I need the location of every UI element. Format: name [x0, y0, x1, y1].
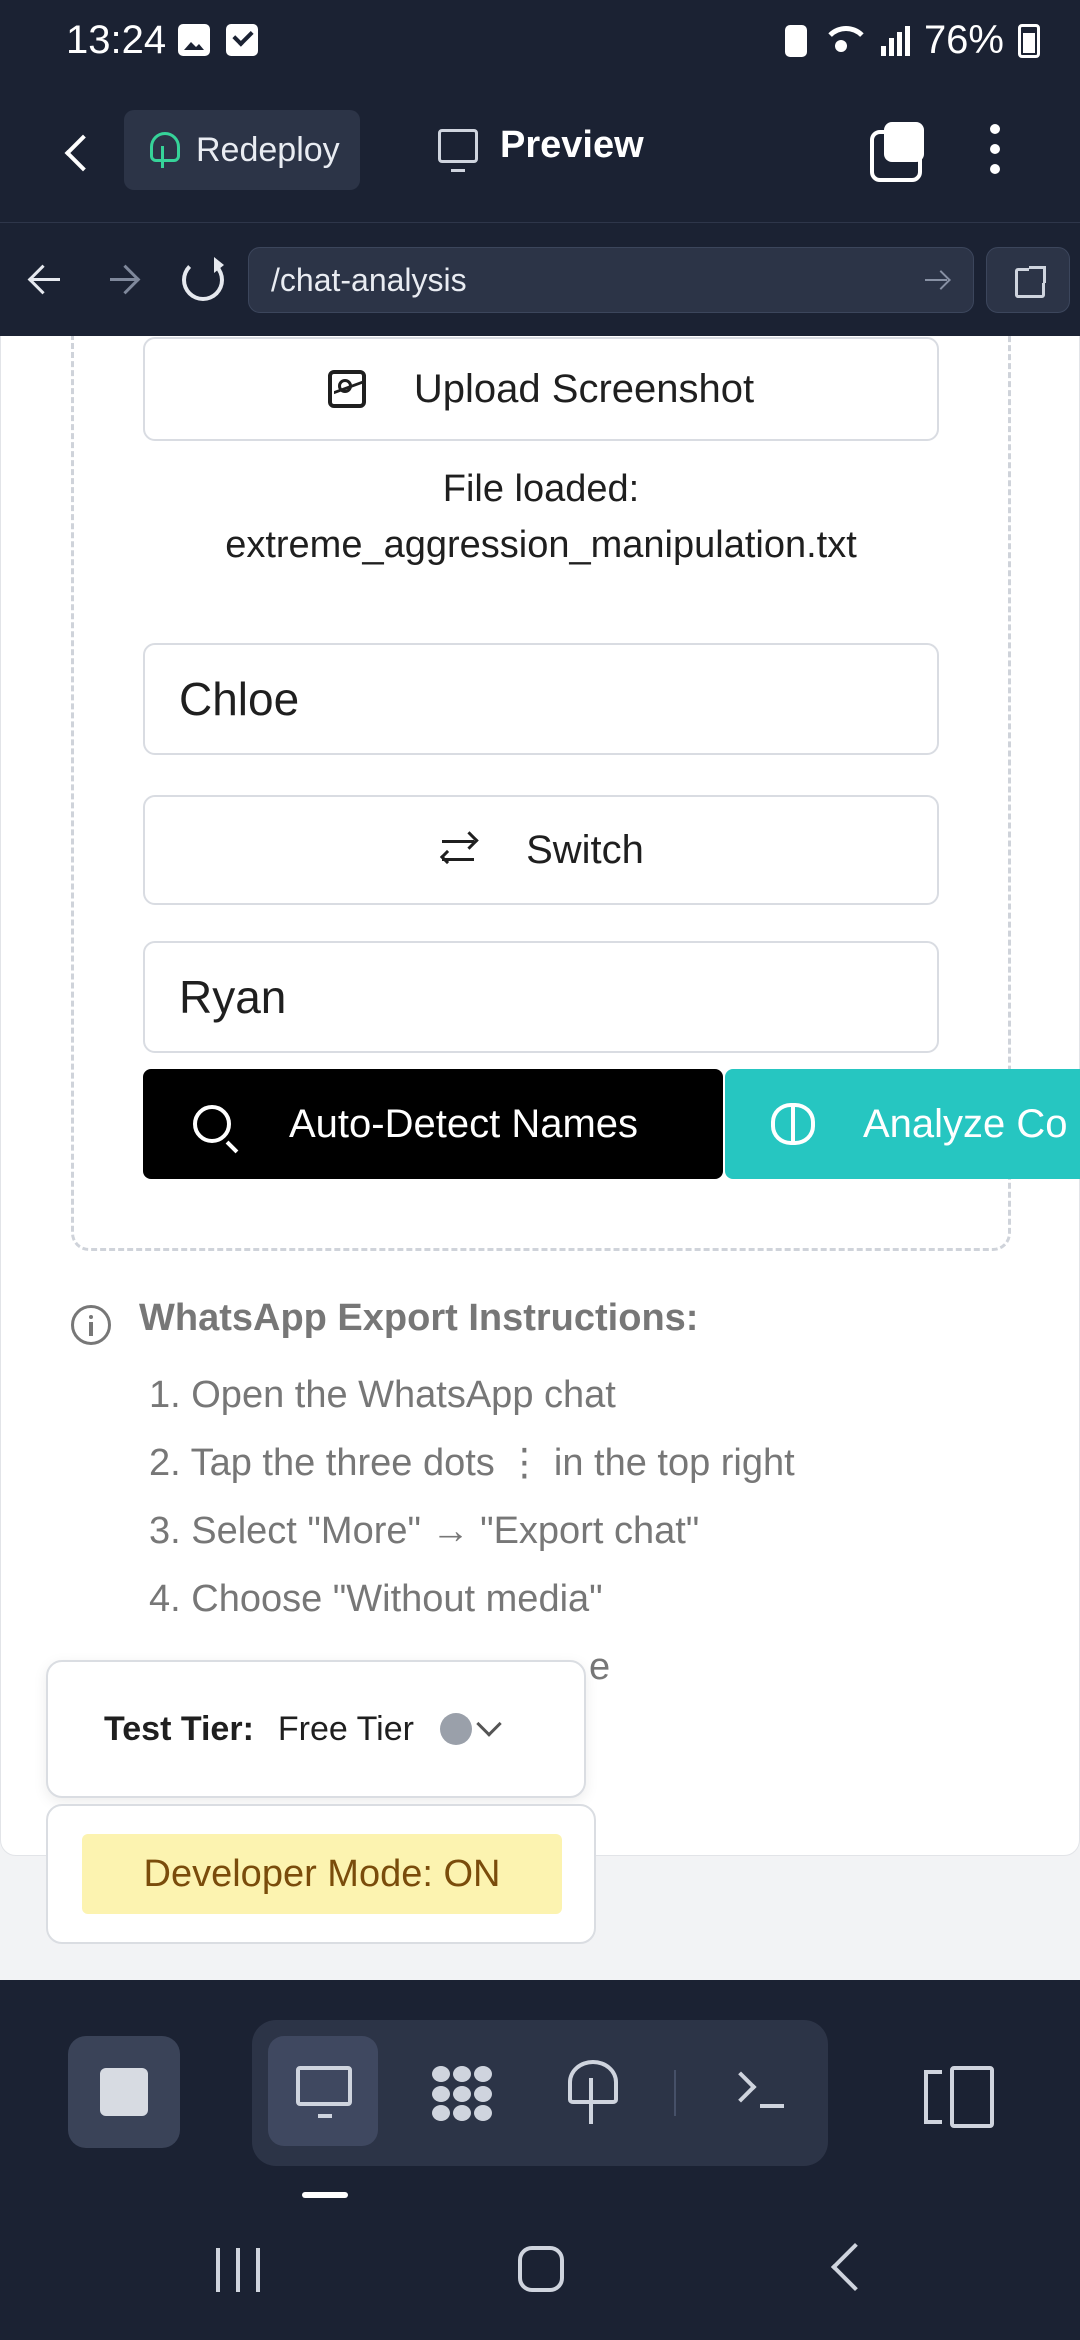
tool-dock	[0, 1980, 1080, 2200]
auto-detect-label: Auto-Detect Names	[289, 1101, 639, 1146]
instructions-title: WhatsApp Export Instructions:	[139, 1297, 699, 1339]
status-bar: 13:24 76%	[0, 0, 1080, 84]
tier-label: Test Tier:	[104, 1709, 254, 1748]
tier-status-dot	[439, 1713, 472, 1745]
terminal-tool-button[interactable]	[696, 2036, 806, 2146]
chevron-down-icon[interactable]	[476, 1711, 502, 1737]
system-back-icon[interactable]	[830, 2242, 880, 2292]
stop-button[interactable]	[68, 2036, 180, 2148]
url-input[interactable]: /chat-analysis	[248, 247, 974, 313]
go-arrow-icon[interactable]	[925, 270, 949, 290]
monitor-icon	[438, 128, 478, 172]
developer-mode-badge[interactable]: Developer Mode: ON	[82, 1834, 562, 1914]
developer-mode-panel: Developer Mode: ON	[46, 1804, 596, 1944]
url-text: /chat-analysis	[271, 261, 467, 298]
top-toolbar: Redeploy Preview	[0, 84, 1080, 222]
analyze-button[interactable]: Analyze Co	[725, 1069, 1080, 1179]
upload-label: Upload Screenshot	[413, 366, 755, 411]
side-panel-icon[interactable]	[924, 2066, 994, 2128]
signal-icon	[880, 25, 910, 56]
wifi-icon	[820, 25, 871, 56]
browser-forward-icon[interactable]	[106, 263, 140, 297]
deploy-tool-button[interactable]	[536, 2036, 646, 2146]
instruction-step: 1. Open the WhatsApp chat	[149, 1374, 616, 1416]
info-icon	[71, 1305, 111, 1345]
pattern-icon	[432, 2066, 492, 2122]
file-name: extreme_aggression_manipulation.txt	[225, 524, 857, 566]
instructions-list: 1. Open the WhatsApp chat 2. Tap the thr…	[149, 1361, 795, 1701]
checkbox-icon	[226, 24, 258, 56]
battery-percent: 76%	[923, 18, 1004, 62]
preview-label: Preview	[500, 124, 644, 166]
dock-tool-group	[252, 2020, 828, 2166]
auto-detect-names-button[interactable]: Auto-Detect Names	[143, 1069, 723, 1179]
switch-label: Switch	[526, 827, 644, 872]
tier-value: Free Tier	[277, 1709, 414, 1748]
preview-tool-button[interactable]	[268, 2036, 378, 2146]
web-preview: Upload Screenshot File loaded: extreme_a…	[0, 336, 1080, 1980]
home-icon[interactable]	[518, 2246, 564, 2292]
instruction-step: 3. Select "More" → "Export chat"	[149, 1510, 700, 1552]
tabs-icon[interactable]	[870, 122, 924, 182]
instruction-step: 4. Choose "Without media"	[149, 1578, 603, 1620]
analyze-label: Analyze Co	[863, 1101, 1068, 1146]
search-icon	[193, 1105, 231, 1143]
pattern-tool-button[interactable]	[402, 2036, 512, 2146]
reload-icon[interactable]	[182, 257, 224, 301]
battery-saver-icon	[784, 24, 807, 57]
more-options-icon[interactable]	[985, 124, 1005, 180]
instruction-step: 2. Tap the three dots ⋮ in the top right	[149, 1442, 795, 1484]
person2-value: Ryan	[179, 971, 287, 1023]
test-tier-selector[interactable]: Test Tier: Free Tier	[46, 1660, 586, 1798]
gallery-icon	[178, 24, 210, 56]
terminal-icon	[730, 2070, 790, 2110]
file-loaded-text: File loaded: extreme_aggression_manipula…	[71, 461, 1011, 573]
active-indicator	[302, 2192, 348, 2198]
battery-icon	[1018, 23, 1040, 58]
redeploy-button[interactable]: Redeploy	[124, 110, 360, 190]
back-icon[interactable]	[58, 128, 98, 178]
browser-back-icon[interactable]	[28, 263, 62, 297]
redeploy-label: Redeploy	[196, 130, 340, 169]
swap-arrows-icon	[438, 832, 478, 868]
person1-input[interactable]: Chloe	[143, 643, 939, 755]
deploy-tree-icon	[566, 2060, 618, 2124]
image-icon	[327, 370, 366, 408]
brain-icon	[771, 1103, 815, 1145]
open-external-icon[interactable]	[986, 247, 1070, 313]
recents-icon[interactable]	[216, 2248, 260, 2292]
system-nav-bar	[0, 2200, 1080, 2340]
analysis-card: Upload Screenshot File loaded: extreme_a…	[0, 336, 1080, 1856]
dock-divider	[674, 2070, 676, 2116]
url-bar: /chat-analysis	[0, 222, 1080, 336]
status-time: 13:24	[66, 18, 167, 62]
deploy-tree-icon	[148, 132, 180, 168]
upload-screenshot-button[interactable]: Upload Screenshot	[143, 337, 939, 441]
switch-button[interactable]: Switch	[143, 795, 939, 905]
preview-tab[interactable]: Preview	[438, 124, 644, 172]
file-loaded-label: File loaded:	[442, 468, 640, 510]
status-right: 76%	[784, 18, 1040, 63]
monitor-icon	[296, 2066, 352, 2118]
person1-value: Chloe	[179, 673, 300, 725]
person2-input[interactable]: Ryan	[143, 941, 939, 1053]
